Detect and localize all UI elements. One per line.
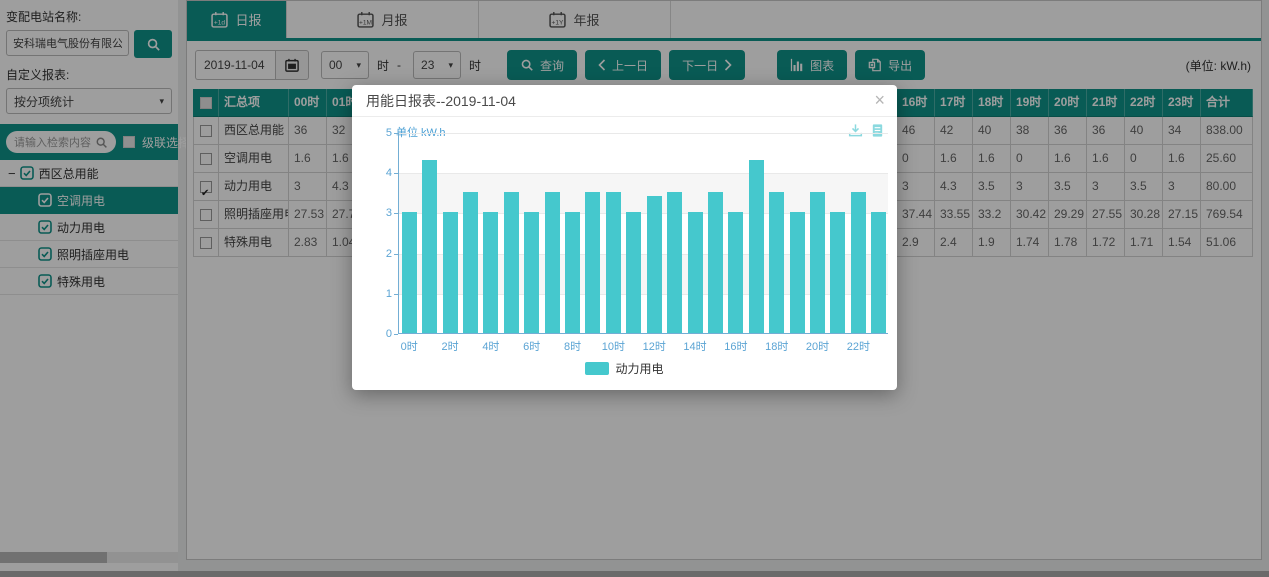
y-axis-tick: [394, 334, 398, 335]
y-axis-tick: [394, 133, 398, 134]
bar-6时[interactable]: [524, 212, 539, 333]
y-axis-tick: [394, 254, 398, 255]
bar-2时[interactable]: [443, 212, 458, 333]
bar-5时[interactable]: [504, 192, 519, 333]
legend-swatch: [585, 362, 609, 375]
bar-0时[interactable]: [402, 212, 417, 333]
y-axis-label: 5: [386, 127, 392, 139]
y-axis-tick: [394, 213, 398, 214]
y-axis-label: 4: [386, 167, 392, 179]
x-axis-label: 20时: [806, 338, 829, 354]
y-axis-label: 2: [386, 248, 392, 260]
y-axis-label: 3: [386, 207, 392, 219]
gridline: [399, 173, 888, 174]
x-axis-label: 6时: [523, 338, 540, 354]
y-axis-tick: [394, 294, 398, 295]
close-icon[interactable]: ×: [874, 85, 885, 115]
x-axis-label: 22时: [847, 338, 870, 354]
bar-12时[interactable]: [647, 196, 662, 333]
bar-13时[interactable]: [667, 192, 682, 333]
x-axis-label: 2时: [441, 338, 458, 354]
bar-8时[interactable]: [565, 212, 580, 333]
bar-17时[interactable]: [749, 160, 764, 333]
bar-20时[interactable]: [810, 192, 825, 333]
bar-9时[interactable]: [585, 192, 600, 333]
modal-dialog: 用能日报表--2019-11-04 × 单位 kW.h 0123450时2时4时…: [352, 85, 897, 390]
x-axis-label: 4时: [482, 338, 499, 354]
bar-3时[interactable]: [463, 192, 478, 333]
gridline: [399, 133, 888, 134]
legend-label: 动力用电: [615, 360, 663, 377]
chart-legend[interactable]: 动力用电: [352, 360, 897, 377]
bar-15时[interactable]: [708, 192, 723, 333]
modal-header: 用能日报表--2019-11-04 ×: [352, 85, 897, 117]
x-axis-label: 14时: [683, 338, 706, 354]
bar-4时[interactable]: [483, 212, 498, 333]
bar-16时[interactable]: [728, 212, 743, 333]
x-axis-label: 16时: [724, 338, 747, 354]
x-axis-label: 10时: [602, 338, 625, 354]
bar-23时[interactable]: [871, 212, 886, 333]
bar-1时[interactable]: [422, 160, 437, 333]
x-axis-label: 12时: [643, 338, 666, 354]
bar-plot: 0123450时2时4时6时8时10时12时14时16时18时20时22时: [398, 133, 888, 334]
bar-21时[interactable]: [830, 212, 845, 333]
x-axis-label: 0时: [401, 338, 418, 354]
x-axis-label: 18时: [765, 338, 788, 354]
y-axis-label: 1: [386, 288, 392, 300]
bar-7时[interactable]: [545, 192, 560, 333]
bar-10时[interactable]: [606, 192, 621, 333]
bar-11时[interactable]: [626, 212, 641, 333]
bar-18时[interactable]: [769, 192, 784, 333]
y-axis-tick: [394, 173, 398, 174]
daily-energy-chart: 单位 kW.h 0123450时2时4时6时8时10时12时14时16时18时2…: [352, 117, 897, 390]
bar-22时[interactable]: [851, 192, 866, 333]
bar-14时[interactable]: [688, 212, 703, 333]
bar-19时[interactable]: [790, 212, 805, 333]
y-axis-label: 0: [386, 328, 392, 340]
modal-title: 用能日报表--2019-11-04: [366, 93, 516, 109]
x-axis-label: 8时: [564, 338, 581, 354]
